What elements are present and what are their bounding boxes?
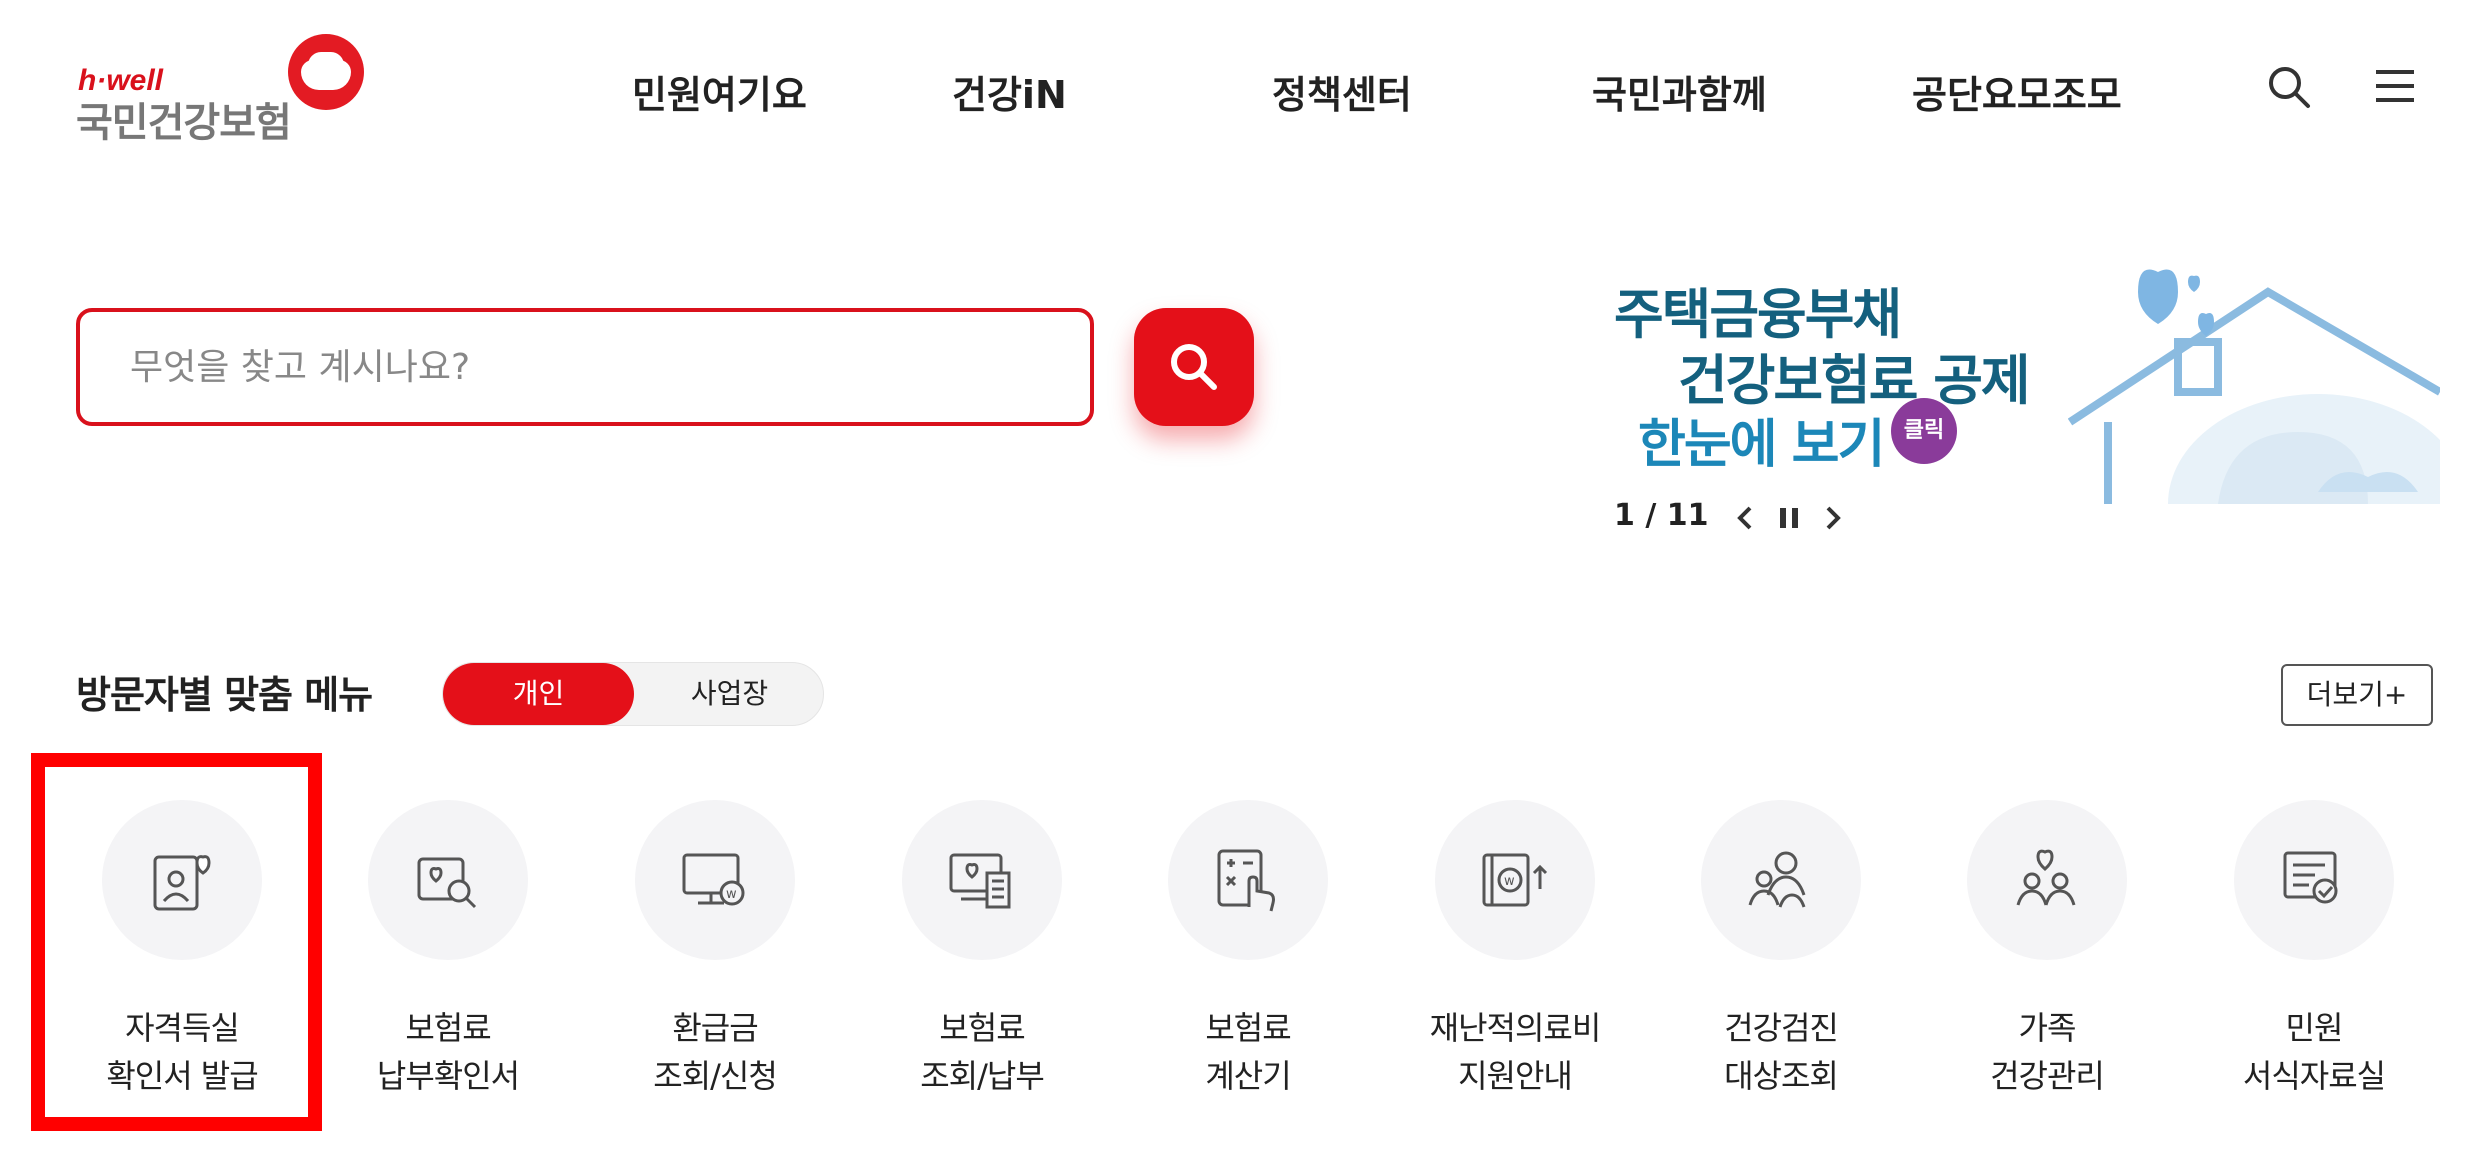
nav-item-policy-center[interactable]: 정책센터 (1272, 64, 1412, 119)
search-input[interactable] (130, 312, 1030, 422)
tile-label-line2: 확인서 발급 (106, 1057, 258, 1095)
tile-label-line2: 대상조회 (1724, 1057, 1839, 1095)
book-won-up-icon: w (1482, 853, 1548, 907)
toggle-business[interactable]: 사업장 (634, 663, 825, 725)
visitor-type-toggle: 개인 사업장 (442, 662, 824, 726)
calculator-hand-icon (1217, 849, 1275, 912)
tile-label-line1: 환급금 (672, 1009, 758, 1047)
person-group-icon (1748, 851, 1806, 908)
house-illustration-icon (2068, 269, 2440, 504)
tile-label-line2: 지원안내 (1458, 1057, 1573, 1095)
tile-label-line2: 조회/납부 (920, 1057, 1045, 1095)
menu-tile-family-health[interactable]: 가족건강관리 (1947, 800, 2147, 1100)
menu-tile-catastrophic-medical-support[interactable]: w 재난적의료비지원안내 (1415, 800, 1615, 1100)
monitor-won-icon: w (682, 853, 745, 906)
tile-label-line1: 재난적의료비 (1429, 1009, 1602, 1047)
menu-tile-refund[interactable]: w 환급금조회/신청 (615, 800, 815, 1100)
search-button[interactable] (1134, 308, 1254, 426)
menu-tile-calculator[interactable]: 보험료계산기 (1148, 800, 1348, 1100)
toggle-individual[interactable]: 개인 (443, 663, 634, 725)
tile-label-line1: 가족 (2018, 1009, 2077, 1047)
menu-tile-health-checkup[interactable]: 건강검진대상조회 (1681, 800, 1881, 1100)
tile-label-line1: 자격득실 (125, 1009, 240, 1047)
tile-label-line1: 건강검진 (1724, 1009, 1839, 1047)
tile-label-line2: 건강관리 (1990, 1057, 2105, 1095)
tile-label-line1: 보험료 (405, 1009, 491, 1047)
more-button[interactable]: 더보기+ (2281, 664, 2433, 726)
tile-label-line1: 민원 (2285, 1009, 2344, 1047)
menu-tile-payment-certificate[interactable]: 보험료납부확인서 (348, 800, 548, 1100)
nav-item-health-in[interactable]: 건강iN (952, 64, 1067, 119)
svg-text:w: w (1504, 874, 1515, 889)
section-title: 방문자별 맞춤 메뉴 (76, 673, 373, 717)
tile-label-line2: 납부확인서 (376, 1057, 520, 1095)
tile-label-line1: 보험료 (939, 1009, 1025, 1047)
menu-tile-forms-library[interactable]: 민원서식자료실 (2214, 800, 2414, 1100)
pause-icon[interactable] (1772, 498, 1806, 538)
tile-label-line1: 보험료 (1205, 1009, 1291, 1047)
search-icon[interactable] (2266, 64, 2312, 110)
menu-tile-qualification-certificate[interactable]: 자격득실확인서 발급 (82, 800, 282, 1100)
tile-label-line2: 계산기 (1205, 1057, 1291, 1095)
nav-item-about-nhis[interactable]: 공단요모조모 (1912, 64, 2122, 119)
next-icon[interactable] (1816, 498, 1850, 538)
prev-icon[interactable] (1728, 498, 1762, 538)
document-check-icon (2283, 851, 2338, 904)
nav-item-civil-service[interactable]: 민원여기요 (632, 64, 807, 119)
search-box (76, 308, 1094, 426)
tile-label-line2: 조회/신청 (653, 1057, 778, 1095)
banner-title-line3: 한눈에 보기 (1638, 415, 1885, 475)
banner-click-badge: 클릭 (1891, 398, 1957, 464)
monitor-heart-receipt-icon (949, 853, 1011, 909)
heart-doc-search-icon (417, 857, 477, 909)
hamburger-menu-icon[interactable] (2372, 64, 2418, 110)
banner-counter: 1 / 11 (1614, 498, 1709, 533)
tile-label-line2: 서식자료실 (2242, 1057, 2386, 1095)
person-card-heart-icon (153, 855, 211, 911)
svg-text:w: w (726, 887, 737, 902)
main-nav: 민원여기요 건강iN 정책센터 국민과함께 공단요모조모 (0, 64, 2475, 124)
promo-banner[interactable]: 주택금융부채 건강보험료 공제 한눈에 보기 클릭 (1608, 262, 2440, 504)
family-heart-icon (2016, 849, 2076, 906)
search-icon (1171, 344, 1217, 390)
nav-item-with-citizens[interactable]: 국민과함께 (1592, 64, 1767, 119)
menu-tile-premium-inquiry[interactable]: 보험료조회/납부 (882, 800, 1082, 1100)
